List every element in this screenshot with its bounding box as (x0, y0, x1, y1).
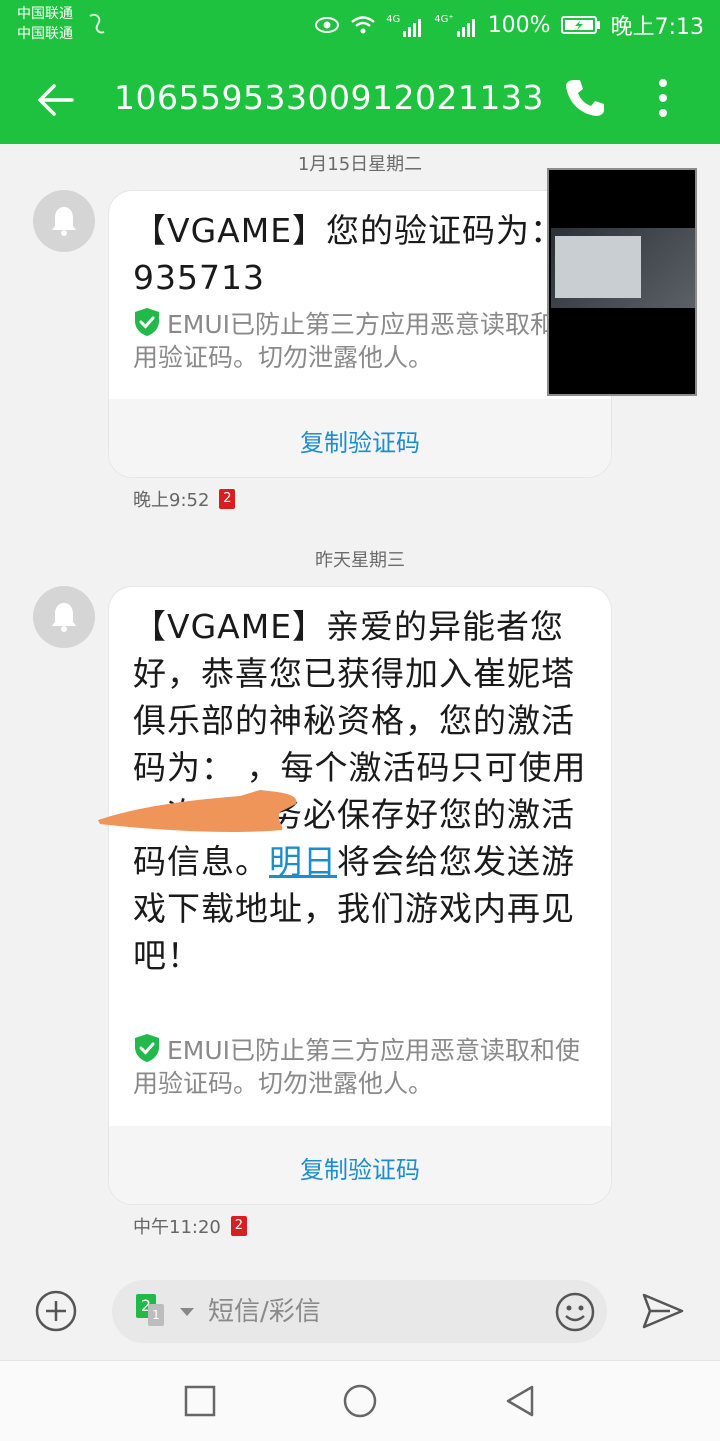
system-nav-bar (0, 1360, 720, 1441)
message-time: 中午11:20 2 (133, 1213, 247, 1239)
bell-icon (52, 603, 76, 632)
message-time-text: 晚上9:52 (133, 490, 210, 511)
sim-selector[interactable]: 2 1 (136, 1294, 196, 1330)
emui-notice: EMUI已防止第三方应用恶意读取和使用验证码。切勿泄露他人。 (133, 1033, 601, 1100)
phone-icon[interactable] (560, 74, 608, 122)
signal-2-icon (456, 18, 475, 37)
back-arrow-icon[interactable] (30, 74, 82, 126)
copy-code-area: 复制验证码 (109, 399, 611, 477)
date-separator: 昨天星期三 (315, 550, 405, 571)
sender-avatar (33, 586, 95, 648)
copy-code-button[interactable]: 复制验证码 (109, 423, 611, 458)
carrier-1: 中国联通 (17, 6, 73, 22)
eye-comfort-icon (315, 17, 340, 33)
shield-check-icon (135, 308, 159, 336)
sim-badge: 2 (219, 489, 236, 509)
message-bubble[interactable]: 【VGAME】您的验证码为： 935713 EMUI已防止第三方应用恶意读取和使… (108, 190, 612, 478)
battery-percent: 100% (487, 12, 551, 38)
app-bar: 10655953300912021133 (0, 52, 720, 144)
emui-notice-text: EMUI已防止第三方应用恶意读取和使用验证码。切勿泄露他人。 (133, 310, 581, 372)
thumbnail-window (555, 236, 641, 298)
message-time-text: 中午11:20 (133, 1217, 221, 1238)
carrier-2: 中国联通 (17, 26, 73, 42)
copy-code-area: 复制验证码 (109, 1126, 611, 1204)
sim-card-secondary-icon: 1 (148, 1304, 164, 1326)
network-type-2: 4G⁺ (434, 13, 454, 25)
emui-notice: EMUI已防止第三方应用恶意读取和使用验证码。切勿泄露他人。 (133, 307, 601, 374)
shield-check-icon (135, 1034, 159, 1062)
status-icons: 4G 4G⁺ 100% 晚上7:13 (314, 8, 704, 42)
recents-square-icon[interactable] (180, 1381, 220, 1421)
bell-icon (52, 207, 76, 236)
compose-bar: 2 1 短信/彩信 (0, 1265, 720, 1360)
date-link[interactable]: 明日 (269, 842, 337, 881)
wifi-icon (351, 16, 375, 34)
dropdown-triangle-icon (180, 1308, 194, 1316)
message-text: 【VGAME】您的验证码为： 935713 (133, 211, 565, 297)
carrier-labels: 中国联通 中国联通 (17, 4, 73, 44)
input-placeholder: 短信/彩信 (208, 1297, 321, 1327)
message-text: 【VGAME】亲爱的异能者您好，恭喜您已获得加入崔妮塔俱乐部的神秘资格，您的激活… (133, 603, 593, 979)
message-text-part: 【VGAME】亲爱的异能者您好，恭喜您已获得加入崔妮塔俱乐部的神秘资格，您的激活… (133, 607, 587, 881)
more-vert-icon[interactable] (642, 74, 684, 122)
back-triangle-icon[interactable] (500, 1381, 540, 1421)
sim-badge: 2 (230, 1216, 247, 1236)
message-time: 晚上9:52 2 (133, 486, 236, 512)
status-bar: 中国联通 中国联通 4G 4G⁺ 100% 晚上7:13 (0, 0, 720, 52)
network-type-1: 4G (386, 13, 401, 25)
clock: 晚上7:13 (610, 15, 704, 40)
hd-voice-icon (89, 13, 105, 34)
battery-charging-icon (560, 16, 600, 34)
message-input[interactable]: 2 1 短信/彩信 (112, 1280, 607, 1343)
emoji-icon[interactable] (554, 1291, 596, 1333)
thumbnail-screen (551, 228, 695, 308)
emui-notice-text: EMUI已防止第三方应用恶意读取和使用验证码。切勿泄露他人。 (133, 1036, 581, 1098)
screen-recording-thumbnail[interactable] (547, 168, 697, 396)
conversation-title: 10655953300912021133 (114, 78, 544, 117)
send-icon[interactable] (640, 1291, 686, 1331)
copy-code-button[interactable]: 复制验证码 (109, 1150, 611, 1185)
home-circle-icon[interactable] (340, 1381, 380, 1421)
sender-avatar (33, 190, 95, 252)
message-bubble[interactable]: 【VGAME】亲爱的异能者您好，恭喜您已获得加入崔妮塔俱乐部的神秘资格，您的激活… (108, 586, 612, 1205)
add-circle-icon[interactable] (34, 1289, 78, 1333)
signal-1-icon (403, 18, 422, 37)
